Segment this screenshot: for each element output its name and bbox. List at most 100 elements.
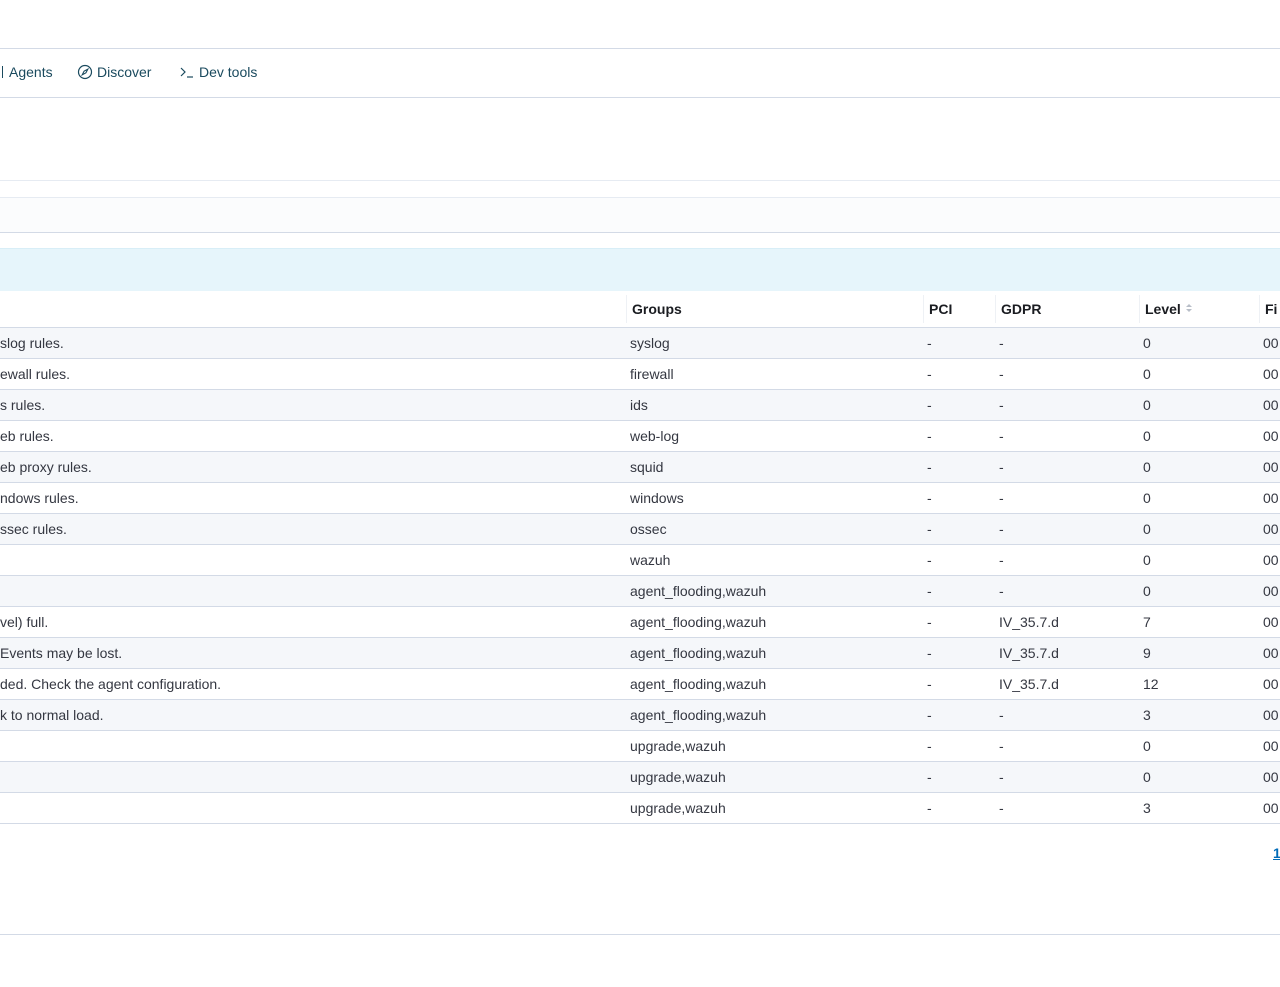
cell-groups: agent_flooding,wazuh [626,637,923,669]
cell-gdpr: - [995,451,1139,483]
cell-description: Events may be lost. [0,637,626,669]
cell-file: 00 [1259,327,1280,359]
cell-groups: agent_flooding,wazuh [626,575,923,607]
table-row[interactable]: agent_flooding,wazuh - -0 00 [0,575,1280,607]
cell-level: 0 [1139,544,1259,576]
tab-label: Agents [9,64,53,80]
column-header-level[interactable]: Level [1139,291,1259,328]
table-row[interactable]: ewall rules. firewall - -0 00 [0,358,1280,390]
column-header-gdpr[interactable]: GDPR [995,291,1139,328]
table-row[interactable]: s rules. ids - -0 00 [0,389,1280,421]
cell-groups: wazuh [626,544,923,576]
cell-groups: agent_flooding,wazuh [626,606,923,638]
cell-groups: ids [626,389,923,421]
table-row[interactable]: eb rules. web-log - -0 00 [0,420,1280,452]
cell-pci: - [923,668,995,700]
cell-description [0,792,626,824]
table-row[interactable]: upgrade,wazuh - -3 00 [0,792,1280,824]
cell-level: 0 [1139,482,1259,514]
cell-file: 00 [1259,544,1280,576]
cell-pci: - [923,699,995,731]
table-row[interactable]: ndows rules. windows - -0 00 [0,482,1280,514]
cell-file: 00 [1259,792,1280,824]
tab-discover[interactable]: Discover [77,49,151,95]
cell-gdpr: - [995,699,1139,731]
sort-icon [1185,301,1193,317]
cell-description: ndows rules. [0,482,626,514]
cell-level: 0 [1139,761,1259,793]
table-header-row: Groups PCI GDPR Level Fi [0,291,1280,328]
table-row[interactable]: upgrade,wazuh - -0 00 [0,761,1280,793]
cell-description: ewall rules. [0,358,626,390]
cell-groups: windows [626,482,923,514]
column-header-file[interactable]: Fi [1259,291,1280,328]
cell-pci: - [923,730,995,762]
cell-pci: - [923,575,995,607]
cell-file: 00 [1259,699,1280,731]
bottom-divider [0,934,1280,935]
cell-groups: upgrade,wazuh [626,792,923,824]
table-row[interactable]: Events may be lost. agent_flooding,wazuh -… [0,637,1280,669]
cell-level: 0 [1139,358,1259,390]
table-row[interactable]: eb proxy rules. squid - -0 00 [0,451,1280,483]
tab-dev-tools[interactable]: Dev tools [179,49,257,95]
cell-pci: - [923,420,995,452]
cell-level: 7 [1139,606,1259,638]
cell-gdpr: IV_35.7.d [995,637,1139,669]
table-row[interactable]: wazuh - -0 00 [0,544,1280,576]
cell-groups: agent_flooding,wazuh [626,668,923,700]
cell-pci: - [923,637,995,669]
pagination-page-1[interactable]: 1 [1273,845,1280,861]
column-header-pci[interactable]: PCI [923,291,995,328]
cell-groups: upgrade,wazuh [626,761,923,793]
cell-pci: - [923,327,995,359]
cell-file: 00 [1259,482,1280,514]
cell-pci: - [923,792,995,824]
cell-pci: - [923,761,995,793]
cell-gdpr: - [995,730,1139,762]
cell-pci: - [923,544,995,576]
cell-description [0,730,626,762]
cell-groups: upgrade,wazuh [626,730,923,762]
table-row[interactable]: ded. Check the agent configuration. agent… [0,668,1280,700]
cell-description: eb rules. [0,420,626,452]
cell-gdpr: - [995,482,1139,514]
cell-pci: - [923,389,995,421]
compass-icon [77,64,93,80]
cell-gdpr: - [995,420,1139,452]
cell-gdpr: - [995,513,1139,545]
cell-groups: syslog [626,327,923,359]
cell-gdpr: - [995,575,1139,607]
console-icon [179,65,195,79]
rules-table: Groups PCI GDPR Level Fi slog rules. sys… [0,291,1280,824]
cell-gdpr: - [995,544,1139,576]
cell-pci: - [923,606,995,638]
cell-file: 00 [1259,730,1280,762]
cell-pci: - [923,482,995,514]
table-row[interactable]: k to normal load. agent_flooding,wazuh - -3… [0,699,1280,731]
column-header-groups[interactable]: Groups [626,291,923,328]
cell-gdpr: - [995,358,1139,390]
search-bar[interactable] [0,197,1280,233]
table-row[interactable]: ssec rules. ossec - -0 00 [0,513,1280,545]
cell-pci: - [923,513,995,545]
navigation-tabs: Agents Discover Dev tools [0,49,1280,98]
rules-table-container: Groups PCI GDPR Level Fi slog rules. sys… [0,291,1280,824]
table-row[interactable]: upgrade,wazuh - -0 00 [0,730,1280,762]
page: Agents Discover Dev tools Groups PCI GDP… [0,0,1280,987]
cell-level: 12 [1139,668,1259,700]
cell-gdpr: - [995,792,1139,824]
tab-label: Discover [97,64,152,80]
tab-agents[interactable]: Agents [2,49,53,95]
table-row[interactable]: vel) full. agent_flooding,wazuh - IV_35.7.d… [0,606,1280,638]
cell-level: 9 [1139,637,1259,669]
cell-gdpr: IV_35.7.d [995,606,1139,638]
cell-gdpr: - [995,327,1139,359]
agents-icon [2,66,5,78]
cell-groups: agent_flooding,wazuh [626,699,923,731]
cell-description: ssec rules. [0,513,626,545]
cell-description [0,575,626,607]
top-header-bar [0,0,1280,49]
cell-file: 00 [1259,358,1280,390]
table-row[interactable]: slog rules. syslog - -0 00 [0,327,1280,359]
